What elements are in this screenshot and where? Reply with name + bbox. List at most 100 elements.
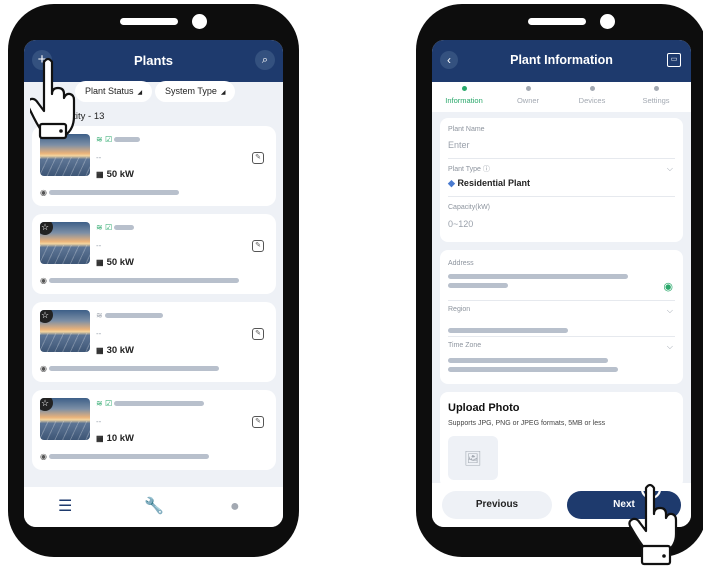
location-pin-icon[interactable]: ◉ [663, 280, 673, 293]
chevron-down-icon: ⌵ [666, 342, 673, 351]
plant-capacity: ▦ 10 kW [96, 433, 134, 444]
star-icon[interactable]: ☆ [40, 222, 53, 235]
timezone-label: Time Zone [448, 342, 482, 349]
address-redacted [49, 190, 180, 196]
plant-photo: ☆ [40, 398, 90, 440]
camera-dot [599, 14, 615, 29]
tutorial-stage: + Plants ⌕ Plant Status ◢ System Type ◢ nt… [0, 0, 703, 570]
location-pin-icon: ◉ [40, 364, 47, 373]
step-label: Owner [516, 96, 540, 105]
help-icon[interactable]: ⓘ [483, 166, 490, 173]
list-icon[interactable]: ☰ [58, 497, 72, 517]
plant-name-input[interactable]: Enter [448, 140, 470, 150]
filter-label: Plant Status [85, 86, 134, 96]
phone-right: ‹ Plant Information ▭ Information Owner … [416, 4, 703, 566]
plant-placeholder: -- [96, 329, 102, 338]
caret-down-icon: ◢ [137, 90, 143, 96]
stepper: Information Owner Devices Settings [432, 82, 691, 112]
edit-icon[interactable]: ✎ [252, 240, 264, 252]
edit-icon[interactable]: ✎ [252, 152, 264, 164]
phone-left: + Plants ⌕ Plant Status ◢ System Type ◢ nt… [8, 4, 299, 557]
region-label: Region [448, 306, 471, 313]
plant-card[interactable]: ☆ ≋ ☑ -- ▦ 50 kW ✎ ◉ [32, 214, 276, 294]
plant-name-label: Plant Name [448, 126, 485, 133]
plant-placeholder: -- [96, 417, 102, 426]
address-redacted [49, 454, 210, 460]
location-panel: Address ◉ Region ⌵ Time Zone ⌵ [440, 250, 683, 384]
chevron-down-icon: ⌵ [666, 306, 673, 315]
step-label: Settings [642, 96, 670, 105]
star-icon[interactable]: ☆ [40, 398, 53, 411]
address-input[interactable] [448, 274, 628, 288]
pointing-hand-icon [628, 478, 678, 566]
speaker-notch [119, 18, 178, 25]
upload-panel: Upload Photo Supports JPG, PNG or JPEG f… [440, 392, 683, 488]
image-add-icon[interactable]: 🖼 [448, 436, 498, 480]
capacity-label: Capacity(kW) [448, 204, 491, 211]
capacity-value: 50 kW [106, 257, 135, 268]
capacity-value: 50 kW [106, 169, 135, 180]
location-pin-icon: ◉ [40, 276, 47, 285]
solar-panel-icon: ▦ [96, 170, 104, 179]
plant-capacity: ▦ 50 kW [96, 257, 134, 268]
capacity-input[interactable]: 0~120 [448, 219, 473, 229]
plant-type-value[interactable]: Residential Plant [457, 178, 530, 188]
house-icon: ◆ [448, 178, 455, 188]
plant-type-label: Plant Type ⓘ [448, 164, 490, 174]
status-icons: ≋ ☑ [96, 223, 135, 232]
filter-system-type[interactable]: System Type ◢ [155, 81, 236, 102]
step-owner[interactable]: Owner [500, 86, 556, 105]
capacity-value: 10 kW [106, 433, 135, 444]
address-redacted [49, 366, 220, 372]
step-label: Information [445, 96, 483, 105]
step-settings[interactable]: Settings [628, 86, 684, 105]
plant-address: ◉ [40, 188, 180, 197]
wifi-icon: ≋ [96, 135, 103, 144]
wrench-icon[interactable]: 🔧 [144, 497, 164, 517]
plant-address: ◉ [40, 452, 210, 461]
user-icon[interactable]: ● [230, 497, 240, 517]
check-icon: ☑ [104, 399, 113, 408]
plant-card[interactable]: ☆ ≋ -- ▦ 30 kW ✎ ◉ [32, 302, 276, 382]
region-select[interactable] [448, 322, 568, 340]
plant-name-redacted [104, 313, 163, 319]
filter-plant-status[interactable]: Plant Status ◢ [75, 81, 153, 102]
page-title: Plant Information [510, 53, 613, 67]
solar-panel-icon: ▦ [96, 346, 104, 355]
step-information[interactable]: Information [436, 86, 492, 105]
previous-button[interactable]: Previous [442, 491, 552, 519]
bottom-tab-bar: ☰ 🔧 ● [24, 487, 283, 527]
edit-icon[interactable]: ✎ [252, 416, 264, 428]
speaker-notch [527, 18, 586, 25]
status-icons: ≋ ☑ [96, 135, 141, 144]
camera-dot [191, 14, 207, 29]
plant-capacity: ▦ 50 kW [96, 169, 134, 180]
step-devices[interactable]: Devices [564, 86, 620, 105]
basic-info-panel: Plant Name Enter Plant Type ⓘ ⌵ ◆ Reside… [440, 118, 683, 242]
address-label: Address [448, 260, 474, 267]
plant-placeholder: -- [96, 153, 102, 162]
solar-panel-icon: ▦ [96, 434, 104, 443]
status-icons: ≋ ☑ [96, 399, 205, 408]
search-icon[interactable]: ⌕ [255, 50, 275, 70]
plant-name-redacted [114, 225, 135, 231]
plant-card[interactable]: ☆ ≋ ☑ -- ▦ 10 kW ✎ ◉ [32, 390, 276, 470]
star-icon[interactable]: ☆ [40, 310, 53, 323]
plant-information-screen: ‹ Plant Information ▭ Information Owner … [432, 40, 691, 527]
capacity-value: 30 kW [106, 345, 135, 356]
caret-down-icon: ◢ [220, 90, 226, 96]
wifi-off-icon: ≋ [96, 311, 103, 320]
save-icon[interactable]: ▭ [667, 53, 681, 67]
location-pin-icon: ◉ [40, 188, 47, 197]
upload-hint: Supports JPG, PNG or JPEG formats, 5MB o… [448, 420, 606, 427]
edit-icon[interactable]: ✎ [252, 328, 264, 340]
wifi-icon: ≋ [96, 223, 103, 232]
address-redacted [49, 278, 240, 284]
plant-type-select: ◆ Residential Plant [448, 178, 530, 189]
check-icon: ☑ [104, 135, 113, 144]
label-text: Plant Type [448, 166, 481, 173]
step-label: Devices [578, 96, 606, 105]
check-icon: ☑ [104, 223, 113, 232]
timezone-select[interactable] [448, 358, 618, 372]
wifi-icon: ≋ [96, 399, 103, 408]
